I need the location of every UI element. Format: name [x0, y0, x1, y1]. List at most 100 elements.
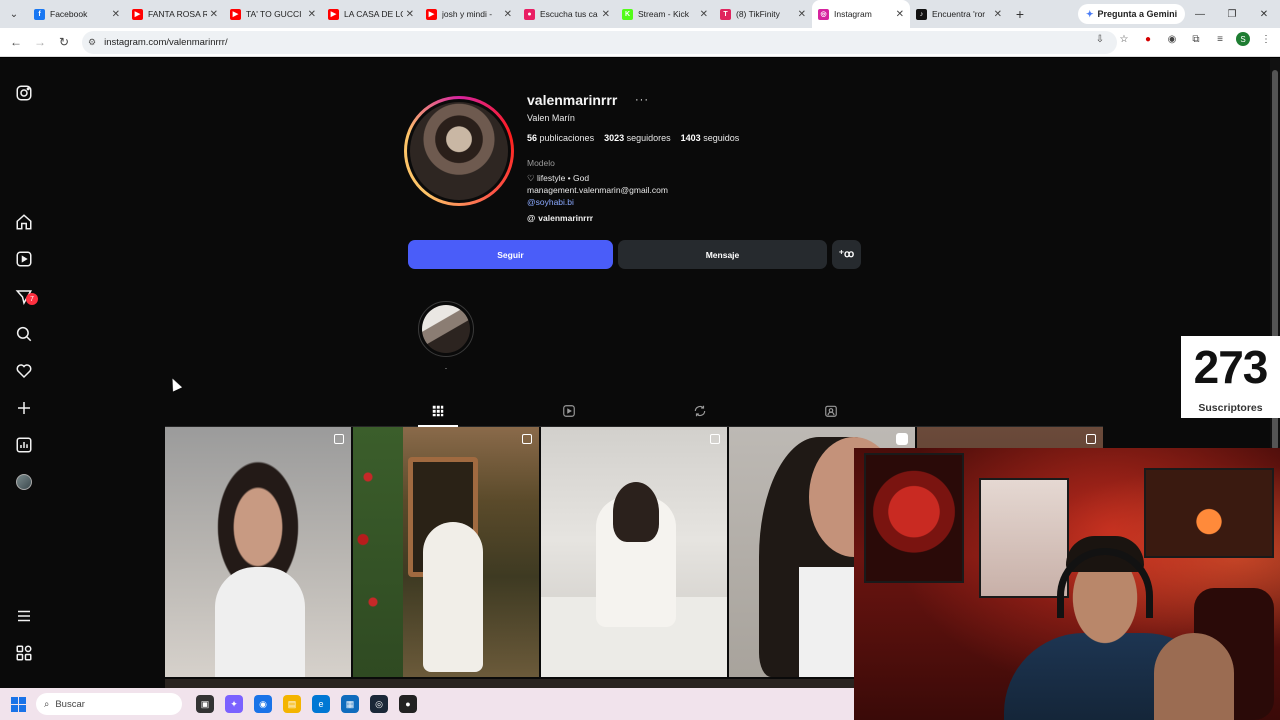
threads-link[interactable]: @ valenmarinrrr: [527, 213, 593, 223]
forward-icon[interactable]: →: [28, 30, 52, 54]
profile-picture-story-ring[interactable]: [404, 96, 514, 206]
tab-close-icon[interactable]: ✕: [504, 9, 512, 20]
tab-close-icon[interactable]: ✕: [798, 9, 806, 20]
browser-tab[interactable]: f Facebook ✕: [28, 0, 126, 28]
bookmark-star-icon[interactable]: ☆: [1116, 31, 1132, 47]
opera-extension-icon[interactable]: ●: [1140, 31, 1156, 47]
reload-icon[interactable]: ↻: [52, 30, 76, 54]
store-icon[interactable]: ▦: [341, 695, 359, 713]
tab-list: f Facebook ✕ ▶ FANTA ROSA R ✕ ▶ TA' TO GUCCI ✕ ▶ L…: [28, 0, 1008, 28]
extension-icon[interactable]: ◉: [1164, 31, 1180, 47]
tab-close-icon[interactable]: ✕: [700, 9, 708, 20]
following-stat[interactable]: 1403 seguidos: [681, 133, 740, 143]
youtube-icon: ▶: [328, 8, 339, 20]
extensions-puzzle-icon[interactable]: ⧉: [1188, 31, 1204, 47]
streamer-arm: [1154, 633, 1234, 720]
tab-title: Facebook: [50, 9, 88, 19]
more-menu-icon[interactable]: [14, 606, 34, 626]
post-image-detail: [423, 522, 483, 672]
edge-icon[interactable]: e: [312, 695, 330, 713]
close-icon[interactable]: ✕: [1248, 0, 1280, 28]
tab-close-icon[interactable]: ✕: [406, 9, 414, 20]
story-highlight[interactable]: [418, 301, 474, 357]
webcam-overlay: [854, 448, 1280, 720]
post-thumbnail[interactable]: [541, 427, 727, 677]
profile-avatar[interactable]: [14, 472, 34, 492]
windows-taskbar: ⌕ Buscar ▣ ✦ ◉ ▤ e ▦ ◎ ●: [0, 688, 854, 720]
tab-close-icon[interactable]: ✕: [210, 9, 218, 20]
browser-tab[interactable]: ▶ josh y mindi - ✕: [420, 0, 518, 28]
reels-tab-icon[interactable]: [560, 402, 578, 420]
browser-tab[interactable]: ▶ FANTA ROSA R ✕: [126, 0, 224, 28]
instagram-logo-icon[interactable]: [14, 83, 34, 103]
browser-tab[interactable]: ▶ LA CASA DE LO ✕: [322, 0, 420, 28]
messages-icon[interactable]: 7: [14, 287, 38, 307]
post-thumbnail[interactable]: [165, 427, 351, 677]
tab-close-icon[interactable]: ✕: [896, 9, 904, 20]
add-person-icon: ⁺ꝏ: [838, 249, 855, 260]
browser-tab[interactable]: ◎ Instagram ✕: [812, 0, 910, 28]
browser-tab[interactable]: T (8) TikFinity ✕: [714, 0, 812, 28]
tagged-tab-icon[interactable]: [822, 402, 840, 420]
youtube-icon: ▶: [230, 8, 241, 20]
minimize-icon[interactable]: —: [1184, 0, 1216, 28]
browser-tab[interactable]: ▶ TA' TO GUCCI ✕: [224, 0, 322, 28]
tab-search-icon[interactable]: ⌄: [0, 0, 28, 28]
message-button[interactable]: Mensaje: [618, 240, 827, 269]
bio-email: management.valenmarin@gmail.com: [527, 185, 668, 195]
address-bar[interactable]: ⚙ instagram.com/valenmarinrrr/: [82, 31, 1117, 54]
tab-close-icon[interactable]: ✕: [602, 9, 610, 20]
tab-close-icon[interactable]: ✕: [112, 9, 120, 20]
search-icon: ⌕: [44, 698, 50, 710]
install-app-icon[interactable]: ⇩: [1092, 31, 1108, 47]
new-tab-button[interactable]: +: [1008, 6, 1032, 22]
chrome-icon[interactable]: ◉: [254, 695, 272, 713]
tiktok-icon: ♪: [916, 8, 927, 20]
tab-title: TA' TO GUCCI: [246, 9, 302, 19]
more-options-icon[interactable]: ···: [635, 94, 649, 106]
suggested-users-button[interactable]: ⁺ꝏ: [832, 240, 861, 269]
reels-icon[interactable]: [14, 249, 34, 269]
dashboard-icon[interactable]: [14, 435, 34, 455]
carousel-icon: [710, 434, 720, 444]
tikfinity-icon: T: [720, 8, 731, 20]
subscriber-label: Suscriptores: [1198, 402, 1263, 414]
taskbar-search[interactable]: ⌕ Buscar: [36, 693, 182, 715]
posts-grid-tab-icon[interactable]: [429, 402, 447, 420]
kick-icon: K: [622, 8, 633, 20]
site-info-icon[interactable]: ⚙: [88, 37, 96, 48]
home-icon[interactable]: [14, 212, 34, 232]
tab-close-icon[interactable]: ✕: [994, 9, 1002, 20]
tab-close-icon[interactable]: ✕: [308, 9, 316, 20]
profile-avatar-icon[interactable]: S: [1236, 32, 1250, 46]
heart-icon[interactable]: [14, 361, 34, 381]
post-thumbnail[interactable]: [353, 427, 539, 677]
follow-button[interactable]: Seguir: [408, 240, 613, 269]
copilot-icon[interactable]: ✦: [225, 695, 243, 713]
obs-icon[interactable]: ●: [399, 695, 417, 713]
file-explorer-icon[interactable]: ▤: [283, 695, 301, 713]
task-view-icon[interactable]: ▣: [196, 695, 214, 713]
browser-tab[interactable]: ♪ Encuentra 'ror ✕: [910, 0, 1008, 28]
browser-tab[interactable]: K Stream - Kick ✕: [616, 0, 714, 28]
reposts-tab-icon[interactable]: [691, 402, 709, 420]
back-icon[interactable]: ←: [4, 30, 28, 54]
gemini-button[interactable]: ✦ Pregunta a Gemini: [1078, 4, 1186, 24]
screen: ⌄ f Facebook ✕ ▶ FANTA ROSA R ✕ ▶ TA' TO GUCCI ✕…: [0, 0, 1280, 720]
followers-stat[interactable]: 3023 seguidores: [604, 133, 671, 143]
browser-tab[interactable]: ● Escucha tus ca ✕: [518, 0, 616, 28]
start-menu-icon[interactable]: [0, 688, 36, 720]
media-icon[interactable]: ≡: [1212, 31, 1228, 47]
mouse-cursor: [167, 376, 183, 392]
create-plus-icon[interactable]: [14, 398, 34, 418]
steam-icon[interactable]: ◎: [370, 695, 388, 713]
also-from-meta-icon[interactable]: [14, 643, 34, 663]
restore-icon[interactable]: ❐: [1216, 0, 1248, 28]
bio-mention-link[interactable]: @soyhabi.bi: [527, 197, 574, 207]
search-icon[interactable]: [14, 324, 34, 344]
taskbar-search-placeholder: Buscar: [55, 698, 85, 710]
toolbar-right: ⇩ ☆ ● ◉ ⧉ ≡ S ⋮: [1092, 31, 1274, 47]
profile-picture-frame: [407, 99, 511, 203]
browser-menu-icon[interactable]: ⋮: [1258, 31, 1274, 47]
threads-handle: valenmarinrrr: [538, 213, 594, 223]
